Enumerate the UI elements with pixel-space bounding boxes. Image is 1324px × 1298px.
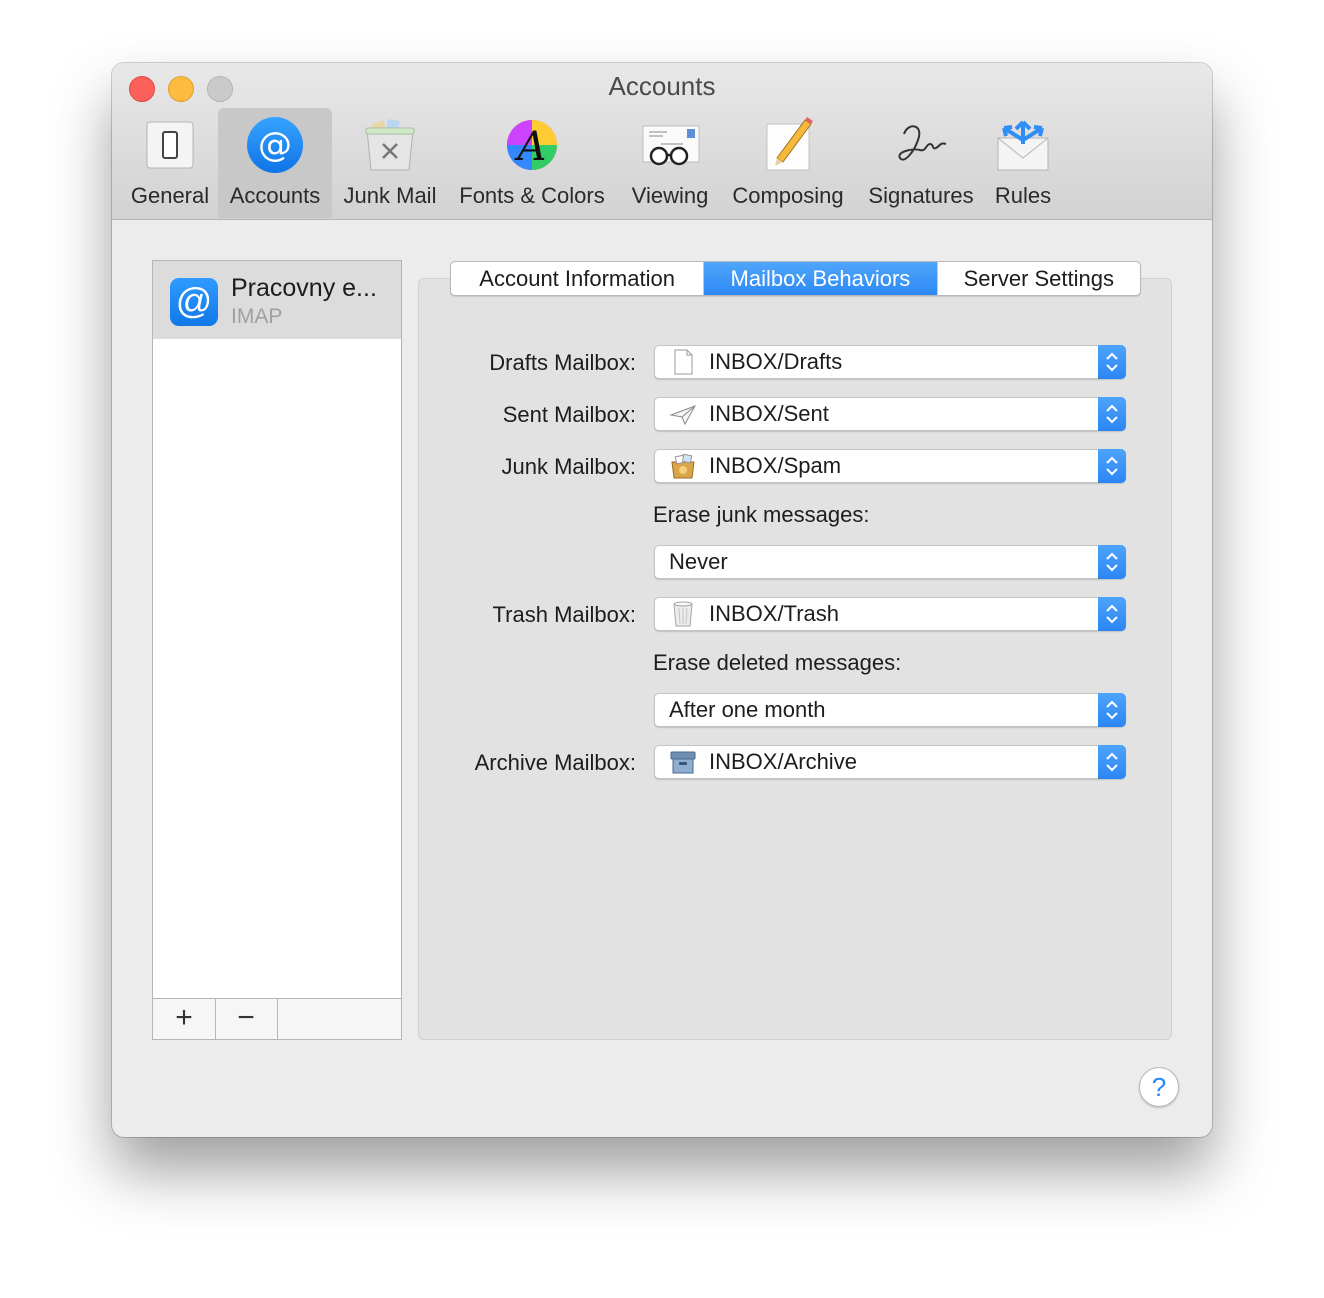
preferences-window: Accounts General @ Accounts Junk Mail A … <box>112 63 1212 1137</box>
font-color-wheel-icon: A <box>507 120 557 170</box>
popup-stepper <box>1098 545 1126 579</box>
remove-account-button[interactable]: − <box>215 999 278 1039</box>
svg-text:@: @ <box>258 125 292 165</box>
title-bar: Accounts General @ Accounts Junk Mail A … <box>112 63 1212 220</box>
tab-mailbox-behaviors[interactable]: Mailbox Behaviors <box>704 262 938 295</box>
chevron-updown-icon <box>1106 700 1118 720</box>
accounts-list-controls: + − <box>153 998 401 1039</box>
junk-mailbox-label: Junk Mailbox: <box>501 454 636 479</box>
rules-envelope-icon <box>997 120 1049 171</box>
chevron-updown-icon <box>1106 604 1118 624</box>
sent-mailbox-popup[interactable]: INBOX/Sent <box>654 397 1126 431</box>
toolbar-composing[interactable]: Composing <box>724 108 852 218</box>
junk-bin-icon <box>365 119 415 171</box>
accounts-list[interactable]: @ Pracovny e... IMAP + − <box>152 260 402 1040</box>
trash-mailbox-label: Trash Mailbox: <box>492 602 636 627</box>
sent-mailbox-label: Sent Mailbox: <box>502 402 636 427</box>
chevron-updown-icon <box>1106 404 1118 424</box>
toolbar-junk-mail[interactable]: Junk Mail <box>334 108 446 218</box>
chevron-updown-icon <box>1106 752 1118 772</box>
popup-stepper <box>1098 745 1126 779</box>
popup-stepper <box>1098 693 1126 727</box>
preferences-content: @ Pracovny e... IMAP + − Account Informa… <box>112 220 1212 1137</box>
popup-stepper <box>1098 397 1126 431</box>
toolbar-accounts[interactable]: @ Accounts <box>218 108 332 218</box>
glasses-letter-icon <box>642 125 700 166</box>
svg-text:A: A <box>514 124 547 170</box>
erase-junk-label: Erase junk messages: <box>653 502 870 527</box>
junk-mailbox-popup[interactable]: INBOX/Spam <box>654 449 1126 483</box>
chevron-updown-icon <box>1106 352 1118 372</box>
account-row[interactable]: @ Pracovny e... IMAP <box>153 261 401 339</box>
toolbar-general[interactable]: General <box>124 108 216 218</box>
chevron-updown-icon <box>1106 552 1118 572</box>
toolbar-viewing[interactable]: Viewing <box>618 108 722 218</box>
erase-deleted-popup[interactable]: After one month <box>654 693 1126 727</box>
erase-junk-popup[interactable]: Never <box>654 545 1126 579</box>
popup-stepper <box>1098 345 1126 379</box>
paper-plane-icon <box>669 405 697 426</box>
preferences-toolbar: General @ Accounts Junk Mail A Fonts & C… <box>112 108 1212 218</box>
account-name: Pracovny e... <box>231 274 377 302</box>
toolbar-fonts-colors[interactable]: A Fonts & Colors <box>448 108 616 218</box>
add-account-button[interactable]: + <box>153 999 216 1039</box>
archive-mailbox-popup[interactable]: INBOX/Archive <box>654 745 1126 779</box>
trash-can-icon <box>673 601 693 627</box>
archive-box-icon <box>670 751 696 774</box>
junk-box-icon <box>671 453 695 479</box>
account-tabs: Account Information Mailbox Behaviors Se… <box>450 261 1141 296</box>
general-switch-icon <box>146 121 194 169</box>
drafts-mailbox-label: Drafts Mailbox: <box>489 350 636 375</box>
tab-server-settings[interactable]: Server Settings <box>938 262 1140 295</box>
drafts-mailbox-popup[interactable]: INBOX/Drafts <box>654 345 1126 379</box>
toolbar-rules[interactable]: Rules <box>984 108 1062 218</box>
pencil-paper-icon <box>766 117 813 171</box>
at-sign-icon: @ <box>247 117 303 173</box>
tab-account-information[interactable]: Account Information <box>451 262 705 295</box>
window-title: Accounts <box>608 71 716 101</box>
archive-mailbox-label: Archive Mailbox: <box>474 750 636 775</box>
popup-stepper <box>1098 597 1126 631</box>
account-type: IMAP <box>231 305 283 328</box>
account-at-icon: @ <box>170 278 218 326</box>
help-button[interactable]: ? <box>1139 1067 1179 1107</box>
erase-deleted-label: Erase deleted messages: <box>653 650 902 675</box>
chevron-updown-icon <box>1106 456 1118 476</box>
signature-icon <box>898 125 947 161</box>
trash-mailbox-popup[interactable]: INBOX/Trash <box>654 597 1126 631</box>
toolbar-signatures[interactable]: Signatures <box>860 108 982 218</box>
popup-stepper <box>1098 449 1126 483</box>
document-icon <box>674 349 693 375</box>
